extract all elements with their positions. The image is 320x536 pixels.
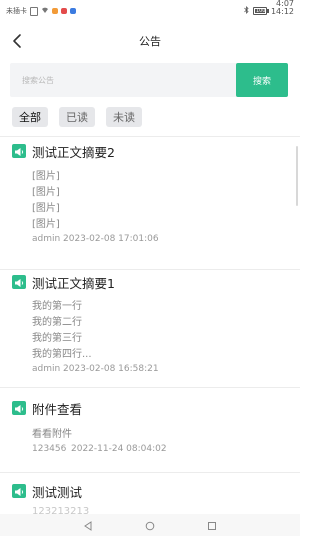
- wifi-icon: [41, 7, 49, 16]
- circle-home-icon: [145, 521, 155, 530]
- battery-icon: 100: [252, 7, 269, 15]
- announcement-author: admin: [32, 234, 61, 244]
- announcement-author: admin: [32, 364, 61, 374]
- announcement-line: [图片]: [32, 187, 60, 198]
- sim-icon: [30, 6, 38, 16]
- search-bar: 搜索: [10, 63, 288, 97]
- announcement-item[interactable]: 测试正文摘要1 我的第一行 我的第二行 我的第三行 我的第四行... admin…: [0, 269, 300, 387]
- clock-left: 4:07: [276, 0, 294, 8]
- announcement-title: 测试正文摘要2: [32, 145, 115, 160]
- megaphone-icon: [12, 401, 26, 415]
- filter-all[interactable]: 全部: [12, 107, 48, 127]
- announcement-time: 2023-02-08 16:58:21: [63, 364, 159, 374]
- status-bar: 未插卡 100 14:12 4:07: [0, 0, 300, 22]
- search-button[interactable]: 搜索: [236, 63, 288, 97]
- announcement-line: 我的第四行...: [32, 349, 92, 360]
- scrollbar[interactable]: [296, 146, 298, 206]
- megaphone-icon: [12, 484, 26, 498]
- announcement-time: 2023-02-08 17:01:06: [63, 234, 159, 244]
- announcement-title: 测试正文摘要1: [32, 276, 115, 291]
- announcement-time: 2022-11-24 08:04:02: [71, 444, 167, 454]
- carrier-text: 未插卡: [6, 7, 27, 15]
- announcement-title: 附件查看: [32, 402, 83, 417]
- nav-home-button[interactable]: [145, 516, 155, 535]
- announcement-line: 我的第二行: [32, 317, 82, 328]
- announcement-item[interactable]: 附件查看 看看附件 123456 2022-11-24 08:04:02: [0, 387, 300, 472]
- system-navigation-bar: [0, 514, 300, 536]
- megaphone-icon: [12, 275, 26, 289]
- square-recents-icon: [208, 521, 216, 530]
- search-input[interactable]: [10, 63, 230, 97]
- page-title: 公告: [139, 35, 161, 48]
- app-notification-icon: [70, 8, 76, 14]
- chevron-left-icon: [13, 34, 21, 48]
- announcement-author: 123456: [32, 444, 67, 454]
- nav-recents-button[interactable]: [207, 516, 217, 535]
- navigation-bar: 公告: [0, 22, 300, 60]
- battery-level: 100: [255, 8, 266, 14]
- filter-read[interactable]: 已读: [59, 107, 95, 127]
- announcement-line: [图片]: [32, 219, 60, 230]
- app-notification-icon: [52, 8, 58, 14]
- nav-back-button[interactable]: [83, 516, 93, 535]
- announcement-list: 测试正文摘要2 [图片] [图片] [图片] [图片] admin 2023-0…: [0, 136, 300, 532]
- announcement-title: 测试测试: [32, 485, 83, 500]
- announcement-line: 我的第三行: [32, 333, 82, 344]
- announcement-line: 看看附件: [32, 429, 72, 440]
- triangle-back-icon: [84, 520, 92, 531]
- announcement-line: 我的第一行: [32, 301, 82, 312]
- megaphone-icon: [12, 144, 26, 158]
- bluetooth-icon: [244, 6, 249, 16]
- filter-tabs: 全部 已读 未读: [12, 107, 142, 127]
- announcement-line: [图片]: [32, 171, 60, 182]
- announcement-item[interactable]: 测试正文摘要2 [图片] [图片] [图片] [图片] admin 2023-0…: [0, 136, 300, 269]
- app-notification-icon: [61, 8, 67, 14]
- back-button[interactable]: [8, 30, 28, 52]
- announcement-line: [图片]: [32, 203, 60, 214]
- filter-unread[interactable]: 未读: [106, 107, 142, 127]
